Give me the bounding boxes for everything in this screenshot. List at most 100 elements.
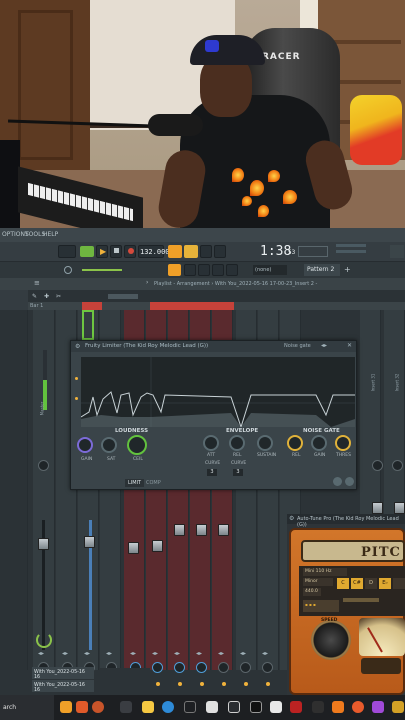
route-arrows-icon[interactable]: ◂▸ (152, 650, 158, 657)
key-button-e[interactable] (393, 578, 405, 589)
key-button-csharp[interactable]: C# (351, 578, 363, 589)
store-icon[interactable] (184, 701, 196, 713)
pitch-bar[interactable] (336, 250, 366, 253)
send-knob[interactable] (240, 662, 251, 673)
epic-games-icon[interactable] (312, 701, 324, 713)
tab-recording-2[interactable]: With You_2022-05-16 16 (32, 680, 94, 693)
edge-icon[interactable] (162, 701, 174, 713)
fader-5[interactable] (152, 540, 163, 552)
notepad-icon[interactable] (270, 701, 282, 713)
send-knob[interactable] (218, 662, 229, 673)
routing-led[interactable] (244, 682, 248, 686)
plugin-menu-icon[interactable]: ⚙ (289, 515, 294, 522)
step-edit-button[interactable] (214, 245, 226, 258)
enable-retune-button[interactable]: ▪ ▪ ▪ (303, 600, 339, 612)
route-arrows-icon[interactable]: ◂▸ (130, 650, 136, 657)
send-knob[interactable] (196, 662, 207, 673)
master-pitch-slider[interactable] (82, 269, 122, 271)
plugin-menu-icon[interactable]: ⚙ (75, 343, 80, 350)
routing-led[interactable] (156, 682, 160, 686)
route-arrows-icon[interactable]: ◂▸ (218, 650, 224, 657)
wait-record-button[interactable] (184, 245, 198, 258)
settings-icon[interactable] (345, 477, 354, 486)
task-view-icon[interactable] (120, 701, 132, 713)
play-button[interactable]: ▶ (96, 245, 108, 258)
timeline-ruler[interactable]: Bar 1 (28, 302, 405, 310)
add-pattern-icon[interactable]: + (344, 265, 354, 275)
preset-name[interactable]: Noise gate (284, 343, 311, 349)
route-arrows-icon[interactable]: ◂▸ (174, 650, 180, 657)
ceil-knob[interactable] (127, 435, 147, 455)
rel-knob[interactable] (229, 435, 245, 451)
tab-limit[interactable]: LIMIT (125, 479, 145, 487)
route-arrows-icon[interactable]: ◂▸ (240, 650, 246, 657)
sat-knob[interactable] (101, 437, 117, 453)
fader-4[interactable] (128, 542, 139, 554)
file-explorer-icon[interactable] (142, 701, 154, 713)
snap-icon[interactable] (168, 264, 181, 276)
pattern-mode-indicator[interactable] (80, 246, 94, 257)
close-icon[interactable]: ✕ (347, 342, 352, 349)
piano-roll-toggle[interactable] (226, 264, 238, 276)
thres-knob[interactable] (335, 435, 351, 451)
browser-toggle[interactable] (184, 264, 196, 276)
mixer-toggle[interactable] (212, 264, 224, 276)
tempo-display[interactable]: 132.000 (138, 245, 170, 258)
fader-8[interactable] (218, 524, 229, 536)
sustain-knob[interactable] (257, 435, 273, 451)
routing-led[interactable] (222, 682, 226, 686)
firefox-taskbar-icon[interactable] (92, 701, 104, 713)
loop-region[interactable] (150, 302, 234, 310)
draw-tool-icon[interactable]: ✎ (32, 293, 37, 300)
loop-record-button[interactable] (200, 245, 212, 258)
help-icon[interactable] (333, 477, 342, 486)
input-type-select[interactable]: Mini 110 Hz (303, 568, 347, 576)
send-knob[interactable] (262, 662, 273, 673)
route-arrows-icon[interactable]: ◂▸ (262, 650, 268, 657)
route-arrows-icon[interactable]: ◂▸ (62, 650, 68, 657)
retune-speed-dial[interactable] (311, 620, 351, 660)
hamburger-icon[interactable]: ≡ (34, 279, 40, 287)
key-button-d[interactable]: D (365, 578, 377, 589)
stop-button[interactable] (110, 245, 122, 258)
preset-arrows-icon[interactable]: ◂▸ (321, 342, 327, 349)
app-red-icon[interactable] (290, 701, 302, 713)
pattern-scroller[interactable] (108, 294, 138, 299)
humanize-slider[interactable] (343, 598, 379, 602)
key-button-eb[interactable]: E♭ (379, 578, 391, 589)
overflow-button[interactable] (390, 245, 404, 258)
key-button-c[interactable]: C (337, 578, 349, 589)
route-arrows-icon[interactable]: ◂▸ (106, 650, 112, 657)
audacity-icon[interactable] (332, 701, 344, 713)
ref-freq-field[interactable]: 440.0 (303, 588, 321, 596)
insert-32-pan-knob[interactable] (392, 460, 403, 471)
obs-icon[interactable] (250, 701, 262, 713)
channel-rack-toggle[interactable] (198, 264, 210, 276)
fader-insert-32[interactable] (394, 502, 405, 514)
record-button[interactable] (124, 245, 136, 258)
route-arrows-icon[interactable]: ◂▸ (38, 650, 44, 657)
snap-select[interactable]: (none) (253, 265, 287, 275)
app-icon[interactable] (228, 701, 240, 713)
metronome-button[interactable] (168, 245, 182, 258)
menu-help[interactable]: HELP (43, 231, 58, 238)
fader-2[interactable] (84, 536, 95, 548)
fl-studio-taskbar-icon[interactable] (60, 701, 72, 713)
fader-7[interactable] (196, 524, 207, 536)
route-arrows-icon[interactable]: ◂▸ (196, 650, 202, 657)
master-fader[interactable] (38, 538, 49, 550)
fader-6[interactable] (174, 524, 185, 536)
att-knob[interactable] (203, 435, 219, 451)
mail-icon[interactable] (206, 701, 218, 713)
curve-1-value[interactable]: 3 (207, 469, 217, 476)
send-knob[interactable] (174, 662, 185, 673)
routing-led[interactable] (178, 682, 182, 686)
paint-tool-icon[interactable]: ✚ (44, 293, 49, 300)
pattern-song-toggle[interactable] (58, 245, 76, 258)
tab-recording-1[interactable]: With You_2022-05-16 16 (32, 667, 94, 680)
app-taskbar-icon[interactable] (76, 701, 88, 713)
app-yellow-icon[interactable] (392, 701, 404, 713)
route-arrows-icon[interactable]: ◂▸ (84, 650, 90, 657)
hold-button[interactable] (361, 658, 401, 674)
pattern-select[interactable]: Pattern 2 (304, 264, 340, 276)
